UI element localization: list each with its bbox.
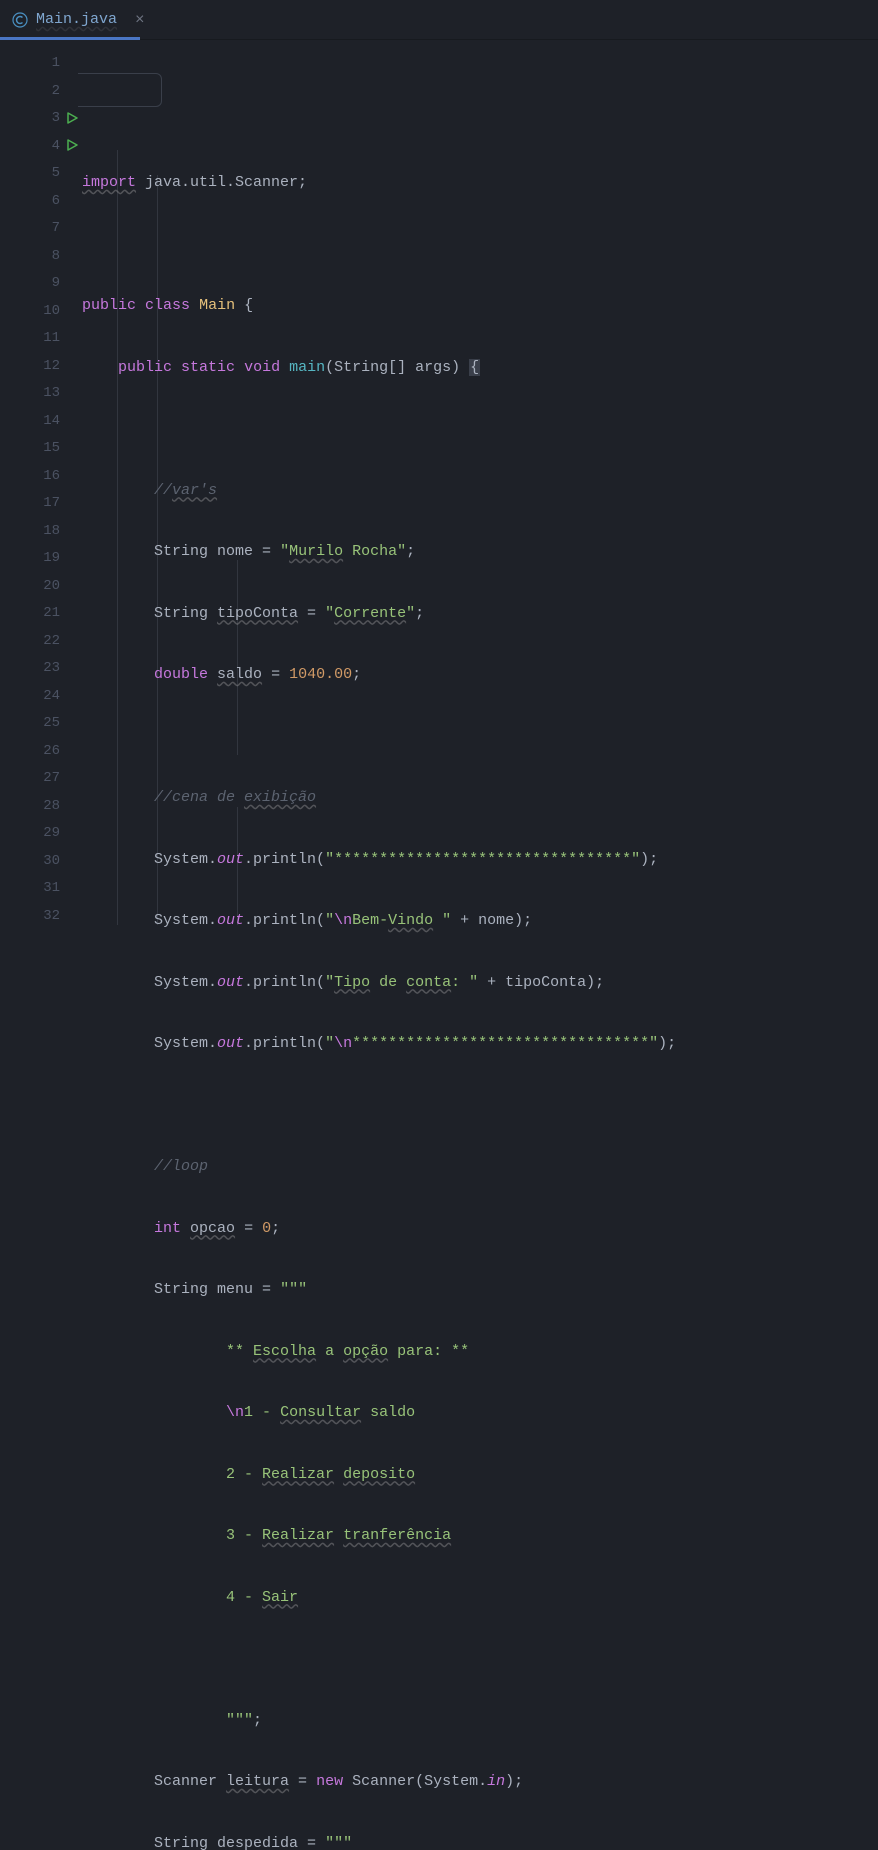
line-number: 15 xyxy=(36,435,60,463)
line-number: 11 xyxy=(36,325,60,353)
line-number: 29 xyxy=(36,820,60,848)
line-number: 2 xyxy=(36,78,60,106)
line-number: 31 xyxy=(36,875,60,903)
gutter: 1 2 3 4 5 6 7 8 9 10 11 12 13 14 15 16 1… xyxy=(0,40,78,925)
editor-tabs: Main.java × xyxy=(0,0,878,40)
line-number: 8 xyxy=(36,243,60,271)
line-number: 23 xyxy=(36,655,60,683)
line-number: 9 xyxy=(36,270,60,298)
line-number: 1 xyxy=(36,50,60,78)
run-gutter-icon[interactable] xyxy=(66,112,80,126)
tab-main-java[interactable]: Main.java × xyxy=(0,0,157,39)
line-number: 12 xyxy=(36,353,60,381)
line-number: 25 xyxy=(36,710,60,738)
line-number: 30 xyxy=(36,848,60,876)
line-number: 20 xyxy=(36,573,60,601)
line-number: 13 xyxy=(36,380,60,408)
line-number: 10 xyxy=(36,298,60,326)
tab-label: Main.java xyxy=(36,11,117,28)
line-number: 6 xyxy=(36,188,60,216)
line-number: 21 xyxy=(36,600,60,628)
line-number: 17 xyxy=(36,490,60,518)
close-icon[interactable]: × xyxy=(135,11,145,29)
line-number: 5 xyxy=(36,160,60,188)
line-number: 14 xyxy=(36,408,60,436)
java-class-icon xyxy=(12,12,28,28)
line-number: 27 xyxy=(36,765,60,793)
line-number: 24 xyxy=(36,683,60,711)
line-number: 18 xyxy=(36,518,60,546)
editor: 1 2 3 4 5 6 7 8 9 10 11 12 13 14 15 16 1… xyxy=(0,40,878,925)
line-number: 7 xyxy=(36,215,60,243)
line-number: 3 xyxy=(36,105,60,133)
code-area[interactable]: import java.util.Scanner; public class M… xyxy=(78,40,878,925)
line-number: 22 xyxy=(36,628,60,656)
line-number: 26 xyxy=(36,738,60,766)
line-number: 4 xyxy=(36,133,60,161)
line-number: 28 xyxy=(36,793,60,821)
line-number: 19 xyxy=(36,545,60,573)
line-number: 32 xyxy=(36,903,60,931)
run-gutter-icon[interactable] xyxy=(66,139,80,153)
line-number: 16 xyxy=(36,463,60,491)
